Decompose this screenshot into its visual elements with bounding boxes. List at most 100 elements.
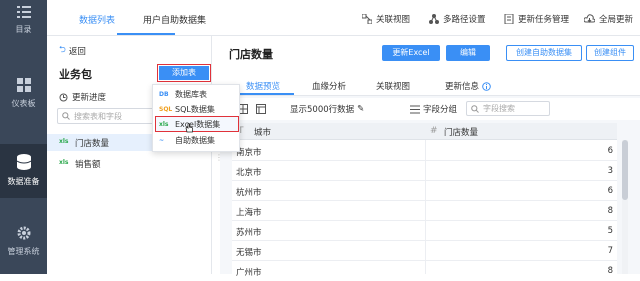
- excel-table-icon: xls: [59, 138, 69, 145]
- tool-label: 多路径设置: [443, 15, 486, 25]
- excel-icon: xls: [159, 121, 169, 128]
- nav-label: 仪表板: [11, 99, 36, 108]
- cell-city: 苏州市: [236, 228, 262, 238]
- subtab-label: 更新信息: [445, 82, 480, 92]
- create-self-dataset-button[interactable]: 创建自助数据集: [506, 45, 582, 61]
- cell-count: 7: [607, 246, 613, 256]
- table-name: 销售额: [75, 160, 101, 170]
- add-table-button[interactable]: 添加表: [159, 66, 209, 80]
- field-search-placeholder: 字段搜索: [483, 104, 515, 113]
- subtab-lineage[interactable]: 血缘分析: [312, 80, 346, 92]
- field-group-icon: [410, 105, 420, 113]
- hand-cursor-icon: [185, 123, 193, 133]
- menu-item-label: SQL数据集: [175, 105, 215, 114]
- column-header-city[interactable]: 城市: [254, 126, 271, 138]
- search-icon: [62, 112, 70, 120]
- cell-city: 广州市: [236, 268, 262, 278]
- business-package-sidebar: ⮌ 返回 业务包 添加表 更新进度 搜索表和字段 xls 门店数量 xls 销售…: [47, 36, 223, 274]
- sql-icon: SQL: [159, 106, 173, 113]
- dashboard-icon: [16, 78, 31, 92]
- gear-icon: [17, 226, 30, 240]
- search-icon: [471, 104, 479, 113]
- menu-item-label: Excel数据集: [175, 120, 221, 129]
- table-row: 无锡市 7: [232, 242, 617, 261]
- table-list-item[interactable]: xls 销售额: [47, 155, 211, 172]
- database-icon: [16, 154, 31, 170]
- field-search-input[interactable]: 字段搜索: [466, 101, 550, 116]
- cell-city: 无锡市: [236, 248, 262, 258]
- cell-city: 北京市: [236, 168, 262, 178]
- subtab-data-preview[interactable]: 数据预览: [246, 80, 280, 92]
- package-title: 业务包: [59, 68, 92, 81]
- excel-table-icon: xls: [59, 159, 69, 166]
- menu-item-label: 自助数据集: [175, 136, 215, 145]
- page-title: 门店数量: [229, 48, 273, 61]
- back-button[interactable]: ⮌ 返回: [59, 44, 86, 58]
- table-row: 广州市 8: [232, 262, 617, 281]
- tool-label: 更新任务管理: [518, 15, 570, 25]
- active-tab-indicator: [117, 33, 175, 35]
- cell-count: 8: [607, 206, 613, 216]
- multipath-settings-button[interactable]: 多路径设置: [429, 13, 486, 25]
- menu-item-sql-dataset[interactable]: SQL SQL数据集: [159, 104, 215, 115]
- cell-count: 6: [607, 186, 613, 196]
- nav-item-data-prep[interactable]: 数据准备: [0, 144, 47, 198]
- column-header-store-count[interactable]: 门店数量: [444, 126, 478, 138]
- left-navigation: 目录 仪表板 数据准备 管理系统: [0, 0, 47, 274]
- table-name: 门店数量: [75, 139, 110, 149]
- tool-label: 全局更新: [599, 15, 634, 25]
- back-arrow-icon: ⮌: [59, 45, 66, 55]
- table-row: 上海市 8: [232, 202, 617, 221]
- subtab-indicator: [236, 93, 294, 95]
- cell-count: 5: [607, 226, 613, 236]
- scrollbar-thumb[interactable]: [622, 140, 628, 200]
- menu-icon: [16, 6, 31, 18]
- row-count-setting[interactable]: 显示5000行数据 ✎: [290, 103, 364, 115]
- tab-data-list[interactable]: 数据列表: [79, 13, 115, 26]
- refresh-icon: [59, 93, 68, 101]
- update-progress-button[interactable]: 更新进度: [59, 91, 106, 103]
- number-type-icon: #: [430, 126, 438, 136]
- menu-item-self-dataset[interactable]: ~ 自助数据集: [159, 135, 215, 146]
- subtab-relation[interactable]: 关联视图: [376, 80, 410, 92]
- field-group-button[interactable]: 字段分组: [410, 103, 457, 115]
- cloud-update-icon: [584, 14, 595, 23]
- global-update-button[interactable]: 全局更新: [584, 13, 633, 25]
- nav-label: 数据准备: [7, 177, 40, 186]
- table-row: 苏州市 5: [232, 222, 617, 241]
- table-row: 南京市 6: [232, 142, 617, 161]
- menu-item-db-table[interactable]: DB 数据库表: [159, 89, 207, 100]
- multipath-icon: [429, 14, 439, 24]
- update-progress-label: 更新进度: [72, 93, 107, 103]
- cell-city: 上海市: [236, 208, 262, 218]
- edit-button[interactable]: 编辑: [446, 45, 490, 61]
- create-component-button[interactable]: 创建组件: [586, 45, 634, 61]
- nav-item-catalog[interactable]: 目录: [0, 6, 47, 50]
- subtab-update-info[interactable]: 更新信息: [445, 80, 491, 92]
- menu-item-label: 数据库表: [175, 90, 207, 99]
- table-view-icon[interactable]: [256, 104, 266, 114]
- edit-pencil-icon: ✎: [357, 104, 365, 114]
- row-count-label: 显示5000行数据: [290, 105, 355, 115]
- nav-label: 目录: [15, 25, 32, 34]
- update-excel-button[interactable]: 更新Excel: [382, 45, 440, 61]
- table-search-input[interactable]: 搜索表和字段: [57, 108, 161, 124]
- cell-count: 3: [607, 166, 613, 176]
- search-placeholder: 搜索表和字段: [74, 111, 122, 121]
- tab-self-service-dataset[interactable]: 用户自助数据集: [143, 13, 206, 26]
- relation-icon: [362, 14, 372, 24]
- drag-handle[interactable]: ⋮: [215, 154, 223, 180]
- info-icon: [482, 81, 491, 91]
- nav-item-dashboard[interactable]: 仪表板: [0, 78, 47, 122]
- add-table-dropdown: DB 数据库表 SQL SQL数据集 xls Excel数据集 ~ 自助数据集: [152, 84, 240, 152]
- update-task-button[interactable]: 更新任务管理: [504, 13, 569, 25]
- cell-city: 杭州市: [236, 188, 262, 198]
- nav-item-admin[interactable]: 管理系统: [0, 226, 47, 270]
- cell-count: 6: [607, 146, 613, 156]
- back-label: 返回: [68, 47, 86, 57]
- table-header: T 城市 # 门店数量: [232, 123, 617, 140]
- relation-view-button[interactable]: 关联视图: [362, 13, 410, 25]
- task-icon: [504, 14, 514, 24]
- table-scrollbar[interactable]: [622, 140, 628, 274]
- tool-label: 关联视图: [376, 15, 411, 25]
